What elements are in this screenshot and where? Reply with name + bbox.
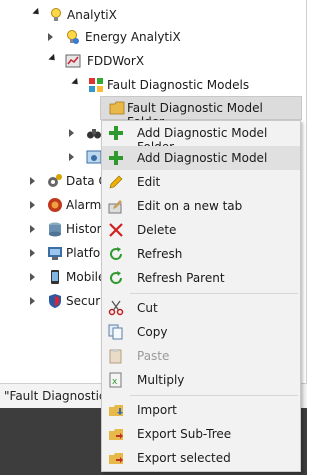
- menu-item-edit[interactable]: Edit: [102, 170, 300, 194]
- menu-item-export-selected[interactable]: Export selected: [102, 446, 300, 470]
- collapse-arrow-icon[interactable]: [69, 129, 74, 137]
- collapse-arrow-icon[interactable]: [30, 177, 35, 185]
- tree-node-label: FDDWorX: [87, 54, 145, 68]
- tree-node-label: Fault Diagnostic Models: [107, 78, 250, 92]
- menu-item-label: Refresh Parent: [137, 271, 225, 285]
- mobile-icon: [51, 270, 59, 284]
- menu-item-label: Edit on a new tab: [137, 199, 243, 213]
- menu-item-label: Multiply: [137, 373, 185, 387]
- settings-window-icon: [86, 150, 102, 164]
- tree-node-label: Mobile: [66, 270, 106, 284]
- expand-arrow-icon[interactable]: [71, 77, 81, 88]
- add-icon: [109, 151, 123, 165]
- collapse-arrow-icon[interactable]: [30, 249, 35, 257]
- menu-item-delete[interactable]: Delete: [102, 218, 300, 242]
- menu-item-edit-on-new-tab[interactable]: Edit on a new tab: [102, 194, 300, 218]
- menu-item-cut[interactable]: Cut: [102, 296, 300, 320]
- tree-node-hidden-2[interactable]: [0, 146, 102, 168]
- collapse-arrow-icon[interactable]: [69, 153, 74, 161]
- status-text: "Fault Diagnostic I: [4, 389, 113, 403]
- export-icon: [109, 429, 123, 440]
- menu-item-refresh[interactable]: Refresh: [102, 242, 300, 266]
- platform-icon: [48, 247, 62, 260]
- refresh-icon: [110, 271, 123, 284]
- collapse-arrow-icon[interactable]: [30, 297, 35, 305]
- menu-item-label: Delete: [137, 223, 177, 237]
- menu-item-export-sub-tree[interactable]: Export Sub-Tree: [102, 422, 300, 446]
- menu-item-import[interactable]: Import: [102, 398, 300, 422]
- context-menu: Add Diagnostic Model Folder Add Diagnost…: [101, 120, 301, 472]
- collapse-arrow-icon[interactable]: [30, 201, 35, 209]
- tree-node-platform[interactable]: Platfor: [0, 242, 105, 264]
- menu-item-label: Copy: [137, 325, 168, 339]
- database-icon: [49, 222, 61, 237]
- delete-x-icon: [109, 223, 123, 237]
- tree-node-label: Histori: [66, 222, 105, 236]
- menu-item-refresh-parent[interactable]: Refresh Parent: [102, 266, 300, 290]
- tree-node-label: Energy AnalytiX: [85, 30, 181, 44]
- binoculars-icon: [87, 129, 101, 139]
- expand-arrow-icon[interactable]: [32, 7, 42, 18]
- tree-node-label: AnalytiX: [67, 8, 117, 22]
- tree-node-hidden-1[interactable]: [0, 122, 101, 144]
- export-icon: [109, 453, 123, 464]
- expand-arrow-icon[interactable]: [48, 53, 58, 64]
- menu-separator: [130, 395, 298, 396]
- collapse-arrow-icon[interactable]: [30, 273, 35, 281]
- scissors-icon: [108, 300, 124, 316]
- shield-icon: [49, 294, 61, 308]
- svg-text:x: x: [112, 377, 118, 387]
- refresh-icon: [110, 247, 123, 260]
- tree-node-historian[interactable]: Histori: [0, 218, 105, 240]
- pencil-icon: [109, 175, 123, 189]
- tree-node-analytix[interactable]: AnalytiX: [0, 4, 300, 26]
- edit-tab-icon: [108, 200, 122, 214]
- menu-item-label: Export selected: [137, 451, 231, 465]
- tree-node-energy-analytix[interactable]: Energy AnalytiX: [0, 26, 300, 48]
- menu-item-add-diagnostic-model-folder[interactable]: Add Diagnostic Model Folder: [102, 121, 300, 154]
- tree-node-alarms[interactable]: Alarms: [0, 194, 108, 216]
- tree-node-fault-diagnostic-model-folder[interactable]: Fault Diagnostic Model Folder: [100, 96, 302, 129]
- menu-item-label: Add Diagnostic Model: [137, 151, 268, 165]
- tree-node-data[interactable]: Data C: [0, 170, 107, 192]
- paste-icon: [109, 349, 122, 364]
- menu-item-paste[interactable]: Paste: [102, 344, 300, 368]
- collapse-arrow-icon[interactable]: [48, 33, 53, 41]
- tree-node-fddworx[interactable]: FDDWorX: [0, 50, 300, 72]
- models-grid-icon: [89, 78, 103, 92]
- menu-item-copy[interactable]: Copy: [102, 320, 300, 344]
- menu-item-label: Edit: [137, 175, 161, 189]
- lightbulb-icon: [51, 8, 61, 21]
- tree-node-label: Securi: [66, 294, 104, 308]
- chart-module-icon: [65, 54, 81, 68]
- tree-node-mobile[interactable]: Mobile: [0, 266, 105, 288]
- copy-icon: [108, 324, 123, 340]
- menu-separator: [130, 293, 298, 294]
- multiply-icon: x: [109, 372, 122, 388]
- tree-node-security[interactable]: Securi: [0, 290, 104, 312]
- menu-item-add-diagnostic-model[interactable]: Add Diagnostic Model: [102, 146, 300, 170]
- folder-icon: [109, 101, 125, 115]
- menu-item-label: Refresh: [137, 247, 183, 261]
- add-icon: [109, 126, 123, 140]
- gears-icon: [48, 174, 62, 187]
- collapse-arrow-icon[interactable]: [30, 225, 35, 233]
- alarm-bell-icon: [48, 198, 62, 212]
- menu-item-label: Paste: [137, 349, 170, 363]
- menu-item-label: Import: [137, 403, 177, 417]
- menu-item-label: Export Sub-Tree: [137, 427, 232, 441]
- import-icon: [109, 405, 123, 416]
- menu-item-multiply[interactable]: x Multiply: [102, 368, 300, 392]
- menu-item-label: Cut: [137, 301, 158, 315]
- tree-node-fault-diagnostic-models[interactable]: Fault Diagnostic Models: [0, 74, 300, 96]
- energy-bulb-icon: [67, 30, 79, 44]
- tree-node-label: Platfor: [66, 246, 106, 260]
